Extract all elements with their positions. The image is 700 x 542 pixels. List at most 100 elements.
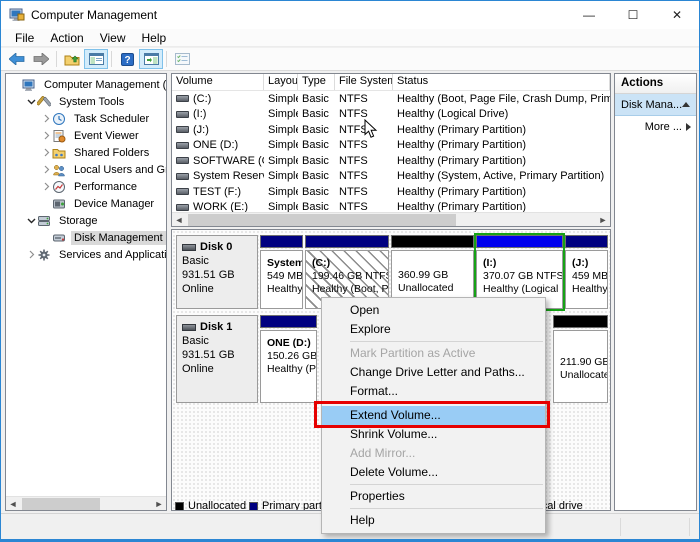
tree-item-shared-folders[interactable]: Shared Folders: [6, 144, 167, 161]
volume-name-cell: SOFTWARE (G:): [172, 153, 264, 169]
chevron-right-icon[interactable]: [40, 181, 52, 193]
volume-row[interactable]: (J:)SimpleBasicNTFSHealthy (Primary Part…: [172, 122, 610, 138]
menu-item-open[interactable]: Open: [322, 301, 545, 320]
column-header-status[interactable]: Status: [393, 74, 610, 90]
disk-label[interactable]: Disk 1Basic931.51 GBOnline: [176, 315, 258, 403]
tree-item-performance[interactable]: Performance: [6, 178, 167, 195]
disk-label[interactable]: Disk 0Basic931.51 GBOnline: [176, 235, 258, 309]
menu-item-format[interactable]: Format...: [322, 382, 545, 401]
menu-item-delete-volume[interactable]: Delete Volume...: [322, 463, 545, 482]
tree-item-event-viewer[interactable]: Event Viewer: [6, 127, 167, 144]
tree-item-local-users-and-groups[interactable]: Local Users and Groups: [6, 161, 167, 178]
partition-unallocated[interactable]: 211.90 GBUnallocated: [553, 315, 608, 403]
partition-name: System Reserved: [267, 257, 298, 270]
tree-item-computer-management-local[interactable]: Computer Management (Local): [6, 76, 167, 93]
tree-item-disk-management[interactable]: Disk Management: [6, 229, 167, 246]
minimize-button[interactable]: —: [567, 1, 611, 29]
tree-horizontal-scrollbar[interactable]: ◄ ►: [6, 496, 166, 510]
menu-item-shrink-volume[interactable]: Shrink Volume...: [322, 425, 545, 444]
partition-name: ONE (D:): [267, 337, 312, 350]
action-pane-icon[interactable]: [139, 49, 163, 69]
menu-help[interactable]: Help: [134, 29, 175, 47]
scrollbar-thumb[interactable]: [188, 214, 456, 226]
disk-name: Disk 1: [182, 320, 252, 334]
column-header-layout[interactable]: Layout: [264, 74, 298, 90]
menu-file[interactable]: File: [7, 29, 42, 47]
disk-info-line: Online: [182, 362, 252, 376]
menu-item-extend-volume[interactable]: Extend Volume...: [322, 406, 545, 425]
expander-placeholder: [40, 198, 52, 210]
maximize-button[interactable]: ☐: [611, 1, 655, 29]
scrollbar-thumb[interactable]: [22, 498, 100, 510]
menu-item-explore[interactable]: Explore: [322, 320, 545, 339]
partition-color-bar: [565, 235, 608, 248]
tree-item-task-scheduler[interactable]: Task Scheduler: [6, 110, 167, 127]
volume-list-horizontal-scrollbar[interactable]: ◄ ►: [172, 212, 610, 226]
tree-item-label: System Tools: [56, 95, 127, 109]
scroll-left-icon[interactable]: ◄: [6, 497, 20, 511]
partition-systemreserved[interactable]: System Reserved549 MB NTFSHealthy (Syste…: [260, 235, 303, 309]
tree-item-label: Disk Management: [71, 231, 166, 245]
tree-item-label: Shared Folders: [71, 146, 152, 160]
chevron-right-icon[interactable]: [40, 147, 52, 159]
volume-layout-cell: Simple: [264, 153, 298, 169]
collapse-icon[interactable]: [682, 102, 690, 107]
volume-row[interactable]: (I:)SimpleBasicNTFSHealthy (Logical Driv…: [172, 107, 610, 123]
partition-j[interactable]: (J:)459 MB NTFSHealthy (Primary Partitio…: [565, 235, 608, 309]
chevron-right-icon[interactable]: [40, 113, 52, 125]
tree-item-system-tools[interactable]: System Tools: [6, 93, 167, 110]
menu-item-change-drive-letter-and-paths[interactable]: Change Drive Letter and Paths...: [322, 363, 545, 382]
chevron-right-icon[interactable]: [40, 164, 52, 176]
scroll-right-icon[interactable]: ►: [596, 213, 610, 227]
column-header-type[interactable]: Type: [298, 74, 335, 90]
actions-group-disk-management[interactable]: Disk Mana...: [615, 94, 696, 116]
partition-color-bar: [391, 235, 474, 248]
help-icon[interactable]: ?: [115, 49, 139, 69]
tree-item-label: Computer Management (Local): [41, 78, 167, 92]
properties-icon[interactable]: [170, 49, 194, 69]
partition-color-bar: [260, 315, 317, 328]
event-viewer-icon: [52, 129, 67, 143]
chevron-down-icon[interactable]: [25, 215, 37, 227]
volume-row[interactable]: (C:)SimpleBasicNTFSHealthy (Boot, Page F…: [172, 91, 610, 107]
menu-item-help[interactable]: Help: [322, 511, 545, 530]
menu-view[interactable]: View: [92, 29, 134, 47]
tree-item-services-and-applications[interactable]: Services and Applications: [6, 246, 167, 263]
more-actions-icon[interactable]: [686, 123, 691, 131]
volume-row[interactable]: System ReservedSimpleBasicNTFSHealthy (S…: [172, 169, 610, 185]
partition-oned[interactable]: ONE (D:)150.26 GB NTFSHealthy (Primary P…: [260, 315, 317, 403]
back-icon[interactable]: [5, 49, 29, 69]
forward-icon[interactable]: [29, 49, 53, 69]
volume-list-panel: VolumeLayoutTypeFile SystemStatus (C:)Si…: [171, 73, 611, 227]
disk-info-line: Basic: [182, 254, 252, 268]
volume-layout-cell: Simple: [264, 122, 298, 138]
scroll-right-icon[interactable]: ►: [152, 497, 166, 511]
partition-size: 199.46 GB NTFS: [312, 270, 384, 283]
close-button[interactable]: ✕: [655, 1, 699, 29]
partition-status: Healthy (Logical Drive): [483, 283, 558, 296]
console-tree-icon[interactable]: [84, 49, 108, 69]
actions-header: Actions: [615, 74, 696, 94]
folder-up-icon[interactable]: [60, 49, 84, 69]
actions-more[interactable]: More ...: [615, 116, 696, 138]
volume-row[interactable]: ONE (D:)SimpleBasicNTFSHealthy (Primary …: [172, 138, 610, 154]
scroll-left-icon[interactable]: ◄: [172, 213, 186, 227]
tree-item-storage[interactable]: Storage: [6, 212, 167, 229]
tree-item-device-manager[interactable]: Device Manager: [6, 195, 167, 212]
disk-icon: [182, 324, 196, 331]
volume-row[interactable]: SOFTWARE (G:)SimpleBasicNTFSHealthy (Pri…: [172, 153, 610, 169]
menu-item-properties[interactable]: Properties: [322, 487, 545, 506]
column-header-volume[interactable]: Volume: [172, 74, 264, 90]
chevron-right-icon[interactable]: [40, 130, 52, 142]
volume-name-cell: System Reserved: [172, 169, 264, 185]
volume-row[interactable]: TEST (F:)SimpleBasicNTFSHealthy (Primary…: [172, 184, 610, 200]
menu-action[interactable]: Action: [42, 29, 91, 47]
disk-name: Disk 0: [182, 240, 252, 254]
volume-name-cell: (C:): [172, 91, 264, 107]
volume-type-cell: Basic: [298, 153, 335, 169]
column-header-file-system[interactable]: File System: [335, 74, 393, 90]
partition-color-bar: [476, 235, 563, 248]
chevron-right-icon[interactable]: [25, 249, 37, 261]
chevron-down-icon[interactable]: [25, 96, 37, 108]
menu-separator: [350, 508, 543, 509]
